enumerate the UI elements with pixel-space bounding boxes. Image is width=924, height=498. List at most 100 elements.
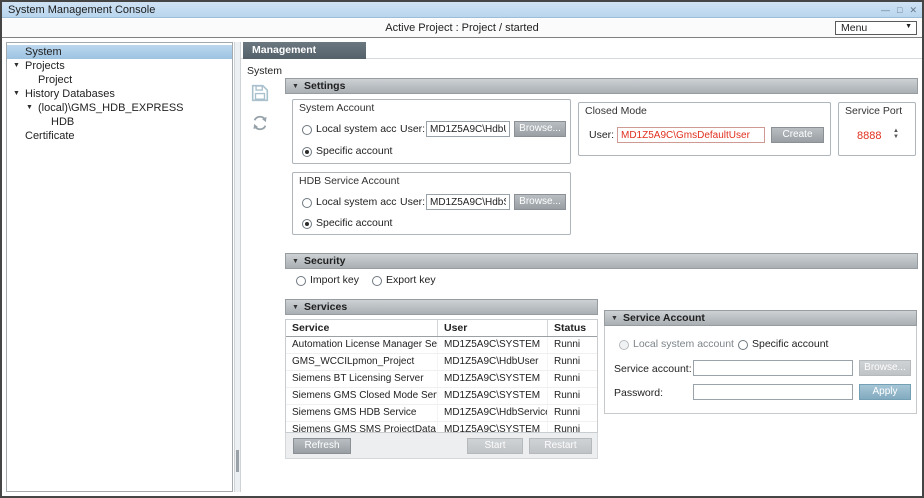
import-key-label: Import key [310, 274, 359, 286]
closed-mode-groupbox: Closed Mode User: Create [578, 102, 831, 156]
sa-local-label: Local system account [633, 338, 734, 350]
service-row[interactable]: Siemens GMS HDB ServiceMD1Z5A9C\HdbServi… [286, 405, 597, 422]
collapse-icon: ▼ [292, 301, 299, 315]
hdb-specific-label: Specific account [316, 217, 392, 229]
system-account-user-input[interactable] [426, 121, 510, 137]
tree-expander-icon[interactable]: ▼ [13, 59, 25, 73]
system-management-console-window: System Management Console — □ ✕ Active P… [0, 0, 924, 498]
security-section-header[interactable]: ▼ Security [285, 253, 918, 269]
service-row[interactable]: GMS_WCCILpmon_ProjectMD1Z5A9C\HdbUserRun… [286, 354, 597, 371]
service-cell-service: Siemens GMS HDB Service [286, 405, 438, 421]
create-button[interactable]: Create [771, 127, 824, 143]
page-title: System [247, 65, 282, 77]
service-port-title: Service Port [845, 105, 902, 117]
service-account-section-title: Service Account [623, 311, 705, 325]
services-column-header-status[interactable]: Status [548, 320, 597, 336]
sidebar-scrollbar[interactable] [234, 42, 241, 492]
start-button[interactable]: Start [467, 438, 523, 454]
sa-service-account-label: Service account: [614, 363, 692, 375]
refresh-button-toolbar[interactable] [251, 114, 269, 132]
restart-button[interactable]: Restart [529, 438, 592, 454]
service-port-value[interactable]: 8888 [857, 130, 881, 142]
services-section-header[interactable]: ▼ Services [285, 299, 598, 315]
hdb-specific-radio[interactable] [302, 219, 312, 229]
system-account-local-radio[interactable] [302, 125, 312, 135]
menu-button[interactable]: Menu ▼ [835, 21, 917, 35]
tree-expander-icon[interactable]: ▼ [26, 101, 38, 115]
sidebar-item-label: System [25, 45, 62, 59]
closed-mode-user-label: User: [589, 129, 614, 141]
service-row[interactable]: Automation License Manager ServiceMD1Z5A… [286, 337, 597, 354]
system-account-specific-label: Specific account [316, 145, 392, 157]
security-section-title: Security [304, 254, 345, 268]
sa-password-input[interactable] [693, 384, 853, 400]
service-row[interactable]: Siemens GMS Closed Mode ServiceMD1Z5A9C\… [286, 388, 597, 405]
services-button-strip: Refresh Start Restart [285, 433, 598, 459]
minimize-icon[interactable]: — [881, 2, 890, 18]
services-column-header-service[interactable]: Service [286, 320, 438, 336]
apply-button[interactable]: Apply [859, 384, 911, 400]
sa-local-radio[interactable] [619, 340, 629, 350]
tab-row: Management [241, 42, 924, 59]
export-key-radio[interactable] [372, 276, 382, 286]
system-account-browse-button[interactable]: Browse... [514, 121, 566, 137]
hdb-browse-button[interactable]: Browse... [514, 194, 566, 210]
system-account-groupbox: System Account Local system acc User: Br… [292, 99, 571, 164]
spin-down-icon[interactable]: ▼ [893, 134, 899, 140]
sidebar-item-label: Certificate [25, 129, 75, 143]
save-button[interactable] [251, 84, 269, 102]
save-icon [251, 84, 269, 102]
window-controls: — □ ✕ [881, 2, 917, 18]
service-cell-status: Runni [548, 405, 597, 421]
hdb-user-input[interactable] [426, 194, 510, 210]
hdb-local-radio[interactable] [302, 198, 312, 208]
active-project-label: Active Project : Project / started [2, 19, 922, 37]
sa-service-account-input[interactable] [693, 360, 853, 376]
hdb-local-label: Local system acc [316, 196, 397, 208]
services-table: ServiceUserStatus Automation License Man… [285, 319, 598, 433]
service-row[interactable]: Siemens GMS SMS ProjectData ServiMD1Z5A9… [286, 422, 597, 433]
maximize-icon[interactable]: □ [897, 2, 902, 18]
window-titlebar: System Management Console — □ ✕ [2, 2, 922, 18]
service-cell-service: Automation License Manager Service [286, 337, 438, 353]
refresh-icon [251, 114, 269, 132]
close-icon[interactable]: ✕ [909, 2, 917, 18]
sa-password-label: Password: [614, 387, 663, 399]
sidebar-item-label: History Databases [25, 87, 115, 101]
services-section-title: Services [304, 300, 347, 314]
sidebar-item-local-gms-hdb-express[interactable]: ▼(local)\GMS_HDB_EXPRESS [7, 101, 232, 115]
sidebar-item-label: Project [38, 73, 72, 87]
closed-mode-user-input[interactable] [617, 127, 765, 143]
service-account-panel: ▼ Service Account Local system account S… [604, 310, 917, 414]
service-cell-service: Siemens BT Licensing Server [286, 371, 438, 387]
service-cell-user: MD1Z5A9C\HdbServiceUse [438, 405, 548, 421]
closed-mode-title: Closed Mode [585, 105, 647, 117]
service-cell-status: Runni [548, 337, 597, 353]
hdb-service-account-title: HDB Service Account [299, 175, 399, 187]
system-account-specific-radio[interactable] [302, 147, 312, 157]
sidebar-item-project[interactable]: Project [7, 73, 232, 87]
scrollbar-thumb[interactable] [236, 450, 239, 472]
services-column-header-user[interactable]: User [438, 320, 548, 336]
service-cell-status: Runni [548, 354, 597, 370]
service-cell-user: MD1Z5A9C\HdbUser [438, 354, 548, 370]
tree-expander-icon[interactable]: ▼ [13, 87, 25, 101]
sa-browse-button[interactable]: Browse... [859, 360, 911, 376]
service-cell-service: Siemens GMS SMS ProjectData Servi [286, 422, 438, 433]
sidebar-item-history-databases[interactable]: ▼History Databases [7, 87, 232, 101]
service-cell-user: MD1Z5A9C\SYSTEM [438, 422, 548, 433]
sidebar-item-certificate[interactable]: Certificate [7, 129, 232, 143]
menu-button-label: Menu [841, 22, 867, 34]
sidebar-item-system[interactable]: System [7, 45, 232, 59]
system-account-user-label: User: [400, 123, 425, 135]
service-account-section-header[interactable]: ▼ Service Account [604, 310, 917, 326]
tab-management[interactable]: Management [243, 42, 366, 59]
sa-specific-radio[interactable] [738, 340, 748, 350]
service-cell-service: GMS_WCCILpmon_Project [286, 354, 438, 370]
sidebar-item-projects[interactable]: ▼Projects [7, 59, 232, 73]
settings-section-header[interactable]: ▼ Settings [285, 78, 918, 94]
service-row[interactable]: Siemens BT Licensing ServerMD1Z5A9C\SYST… [286, 371, 597, 388]
import-key-radio[interactable] [296, 276, 306, 286]
sidebar-item-hdb[interactable]: HDB [7, 115, 232, 129]
refresh-button[interactable]: Refresh [293, 438, 351, 454]
